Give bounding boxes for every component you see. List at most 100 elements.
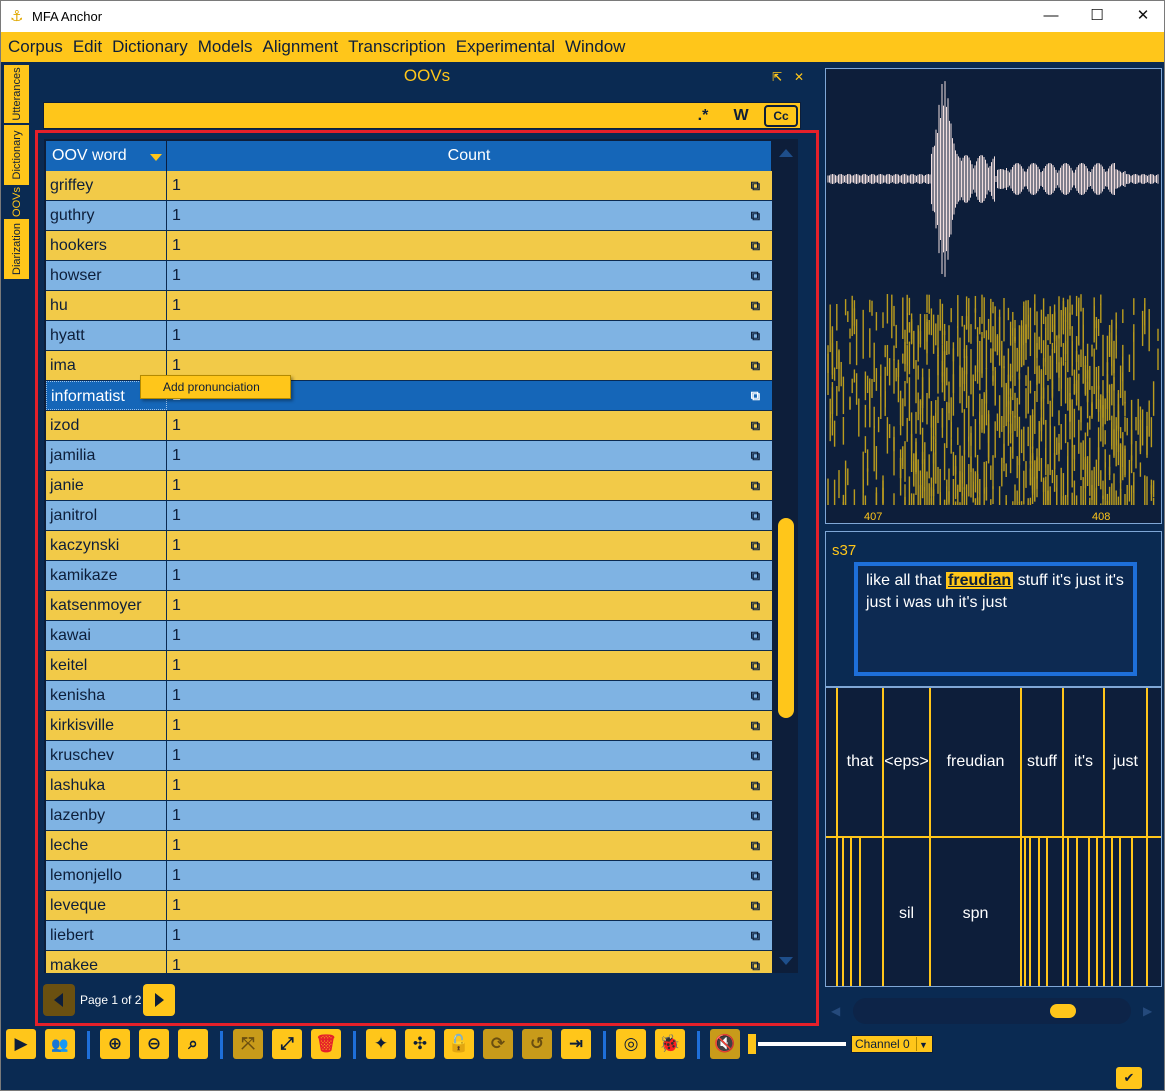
phone-boundary[interactable] <box>1029 838 1031 986</box>
open-in-new-icon[interactable]: ⧉ <box>751 741 760 770</box>
menu-window[interactable]: Window <box>560 32 630 62</box>
open-in-new-icon[interactable]: ⧉ <box>751 411 760 440</box>
regex-toggle-button[interactable]: .* <box>690 105 716 127</box>
column-header-oov-word[interactable]: OOV word <box>46 141 167 171</box>
menu-corpus[interactable]: Corpus <box>3 32 68 62</box>
table-row[interactable]: leveque 1 ⧉ <box>46 891 772 921</box>
tab-diarization[interactable]: Diarization <box>3 218 30 280</box>
mute-icon[interactable]: 🔇 <box>710 1029 740 1059</box>
table-row[interactable]: liebert 1 ⧉ <box>46 921 772 951</box>
help-lifebuoy-icon[interactable]: ◎ <box>616 1029 646 1059</box>
table-row[interactable]: kamikaze 1 ⧉ <box>46 561 772 591</box>
magic-wand-icon[interactable]: ✦ <box>366 1029 396 1059</box>
play-icon[interactable]: ▶ <box>6 1029 36 1059</box>
table-row[interactable]: keitel 1 ⧉ <box>46 651 772 681</box>
sync-icon[interactable]: ⟳ <box>483 1029 513 1059</box>
open-in-new-icon[interactable]: ⧉ <box>751 441 760 470</box>
phone-boundary[interactable] <box>836 838 838 986</box>
table-row[interactable]: lemonjello 1 ⧉ <box>46 861 772 891</box>
undock-icon[interactable]: ⇱ <box>772 70 782 84</box>
open-in-new-icon[interactable]: ⧉ <box>751 591 760 620</box>
minimize-button[interactable]: — <box>1028 1 1074 32</box>
open-in-new-icon[interactable]: ⧉ <box>751 291 760 320</box>
close-panel-icon[interactable]: ✕ <box>794 70 804 84</box>
table-row[interactable]: katsenmoyer 1 ⧉ <box>46 591 772 621</box>
table-row[interactable]: lazenby 1 ⧉ <box>46 801 772 831</box>
phone-boundary[interactable] <box>850 838 852 986</box>
maximize-button[interactable]: ☐ <box>1074 1 1120 32</box>
open-in-new-icon[interactable]: ⧉ <box>751 531 760 560</box>
search-input[interactable]: .* W Cc <box>43 102 801 129</box>
open-in-new-icon[interactable]: ⧉ <box>751 351 760 380</box>
open-in-new-icon[interactable]: ⧉ <box>751 681 760 710</box>
table-row[interactable]: leche 1 ⧉ <box>46 831 772 861</box>
open-in-new-icon[interactable]: ⧉ <box>751 231 760 260</box>
open-in-new-icon[interactable]: ⧉ <box>751 801 760 830</box>
table-row[interactable]: janie 1 ⧉ <box>46 471 772 501</box>
vertical-scrollbar[interactable] <box>774 141 798 973</box>
channel-select[interactable]: Channel 0 ▼ <box>851 1035 933 1053</box>
word-interval[interactable]: just <box>1105 753 1146 771</box>
word-interval[interactable]: that <box>838 753 882 771</box>
close-button[interactable]: ✕ <box>1120 1 1164 32</box>
whole-word-toggle-button[interactable]: W <box>728 105 754 127</box>
word-interval[interactable]: <eps> <box>884 753 929 771</box>
open-in-new-icon[interactable]: ⧉ <box>751 651 760 680</box>
menu-models[interactable]: Models <box>193 32 258 62</box>
open-in-new-icon[interactable]: ⧉ <box>751 261 760 290</box>
table-row[interactable]: kruschev 1 ⧉ <box>46 741 772 771</box>
waveform-spectrogram-view[interactable]: 407 408 <box>825 68 1162 524</box>
word-interval[interactable]: freudian <box>931 753 1020 771</box>
table-row[interactable]: guthry 1 ⧉ <box>46 201 772 231</box>
menu-experimental[interactable]: Experimental <box>451 32 560 62</box>
zoom-out-icon[interactable]: ⊖ <box>139 1029 169 1059</box>
phone-interval[interactable]: spn <box>931 905 1020 923</box>
table-row[interactable]: lashuka 1 ⧉ <box>46 771 772 801</box>
open-in-new-icon[interactable]: ⧉ <box>751 951 760 973</box>
scroll-left-icon[interactable]: ◀ <box>831 1004 840 1018</box>
scroll-thumb[interactable] <box>778 518 794 718</box>
word-boundary[interactable] <box>1146 688 1148 836</box>
next-page-button[interactable] <box>143 984 175 1016</box>
expand-icon[interactable]: ✣ <box>405 1029 435 1059</box>
phone-boundary[interactable] <box>842 838 844 986</box>
table-row[interactable]: kawai 1 ⧉ <box>46 621 772 651</box>
delete-icon[interactable]: 🗑 <box>311 1029 341 1059</box>
table-row[interactable]: howser 1 ⧉ <box>46 261 772 291</box>
menu-transcription[interactable]: Transcription <box>343 32 451 62</box>
scroll-thumb[interactable] <box>1050 1004 1076 1018</box>
phone-boundary[interactable] <box>1067 838 1069 986</box>
open-in-new-icon[interactable]: ⧉ <box>751 921 760 950</box>
phone-boundary[interactable] <box>1111 838 1113 986</box>
word-interval[interactable]: it's <box>1064 753 1103 771</box>
speakers-icon[interactable]: 👥 <box>45 1029 75 1059</box>
phone-boundary[interactable] <box>859 838 861 986</box>
column-header-count[interactable]: Count <box>167 141 772 171</box>
zoom-in-icon[interactable]: ⊕ <box>100 1029 130 1059</box>
phone-boundary[interactable] <box>1103 838 1105 986</box>
open-in-new-icon[interactable]: ⧉ <box>751 201 760 230</box>
merge-utterances-icon[interactable]: ⤧ <box>233 1029 263 1059</box>
word-interval[interactable]: stuff <box>1022 753 1062 771</box>
phone-boundary[interactable] <box>1131 838 1133 986</box>
export-icon[interactable]: ⇥ <box>561 1029 591 1059</box>
table-row[interactable]: kirkisville 1 ⧉ <box>46 711 772 741</box>
phone-boundary[interactable] <box>1046 838 1048 986</box>
open-in-new-icon[interactable]: ⧉ <box>751 171 760 200</box>
case-sensitive-toggle-button[interactable]: Cc <box>764 105 798 127</box>
table-row[interactable]: kaczynski 1 ⧉ <box>46 531 772 561</box>
open-in-new-icon[interactable]: ⧉ <box>751 561 760 590</box>
zoom-to-selection-icon[interactable]: ⌕ <box>178 1029 208 1059</box>
open-in-new-icon[interactable]: ⧉ <box>751 861 760 890</box>
history-icon[interactable]: ↺ <box>522 1029 552 1059</box>
table-row[interactable]: izod 1 ⧉ <box>46 411 772 441</box>
open-in-new-icon[interactable]: ⧉ <box>751 771 760 800</box>
open-in-new-icon[interactable]: ⧉ <box>751 891 760 920</box>
phone-interval[interactable]: sil <box>884 905 929 923</box>
table-row[interactable]: hu 1 ⧉ <box>46 291 772 321</box>
phone-boundary[interactable] <box>1146 838 1148 986</box>
slider-handle[interactable] <box>748 1034 756 1054</box>
phone-boundary[interactable] <box>1038 838 1040 986</box>
table-row[interactable]: hookers 1 ⧉ <box>46 231 772 261</box>
tab-dictionary[interactable]: Dictionary <box>3 124 30 186</box>
